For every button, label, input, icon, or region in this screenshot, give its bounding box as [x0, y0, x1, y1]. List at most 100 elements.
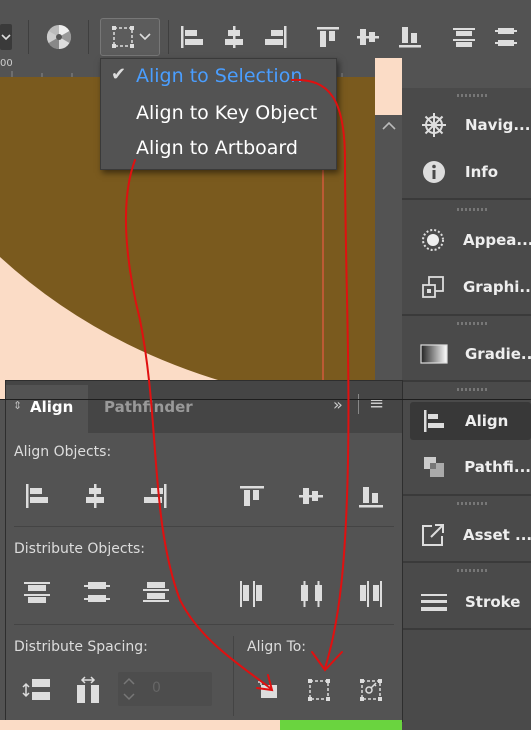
align-horizontal-center-button[interactable]	[80, 481, 110, 511]
collapse-panel-icon[interactable]: »	[333, 395, 343, 414]
distribute-bottom-button[interactable]	[141, 578, 171, 608]
align-horizontal-center-icon	[220, 23, 248, 51]
vertical-align-center-button[interactable]	[352, 18, 384, 56]
align-to-key-object-button[interactable]	[356, 675, 386, 705]
vertical-align-bottom-button[interactable]	[394, 18, 426, 56]
vertical-distribute-space-icon	[22, 676, 52, 704]
align-to-dropdown-menu: ✔ Align to Selection Align to Key Object…	[100, 58, 337, 170]
recolor-artwork-button[interactable]	[42, 18, 76, 56]
dock-item-label: Asset ...	[463, 526, 531, 544]
navigator-icon	[420, 111, 448, 139]
align-left-button[interactable]	[22, 481, 52, 511]
tab-pathfinder[interactable]: Pathfinder	[88, 385, 206, 433]
toolbar-divider	[168, 20, 169, 54]
section-divider	[14, 624, 394, 625]
dock-item-navigator[interactable]: Navig...	[402, 106, 531, 144]
tab-label: Pathfinder	[104, 398, 193, 416]
distribute-center-button[interactable]	[490, 18, 522, 56]
dock-item-stroke[interactable]: Stroke	[402, 583, 531, 621]
align-bottom-button[interactable]	[356, 481, 386, 511]
distribute-vertical-center-button[interactable]	[82, 578, 112, 608]
horizontal-align-center-icon	[81, 482, 109, 510]
panel-group-grip[interactable]	[457, 569, 487, 572]
panel-group-grip[interactable]	[457, 322, 487, 325]
appearance-icon	[420, 226, 446, 254]
selection-icon	[305, 676, 333, 704]
menu-item-label: Align to Artboard	[136, 137, 298, 159]
align-to-dropdown-button[interactable]	[100, 18, 160, 56]
horizontal-align-center-button[interactable]	[218, 18, 250, 56]
distribute-top-button[interactable]	[22, 578, 52, 608]
dock-item-align[interactable]: Align	[410, 402, 531, 440]
distribute-vertical-center-icon	[492, 23, 520, 51]
horizontal-distribute-space-button[interactable]	[74, 675, 104, 705]
panel-menu-icon[interactable]: ≡	[369, 393, 384, 414]
tab-collapse-arrows-icon[interactable]: ⇕	[13, 399, 22, 412]
dock-item-graphic-styles[interactable]: Graphi...	[402, 268, 531, 306]
align-objects-label: Align Objects:	[14, 444, 112, 460]
gradient-icon	[420, 340, 448, 368]
align-to-artboard-button[interactable]	[254, 675, 284, 705]
dock-divider	[402, 380, 531, 382]
dock-divider	[402, 494, 531, 496]
dock-item-info[interactable]: Info	[402, 153, 531, 191]
align-to-selection-button[interactable]	[304, 675, 334, 705]
dock-item-appearance[interactable]: Appea...	[402, 221, 531, 259]
section-divider-vertical	[233, 636, 234, 716]
toolbar-divider	[88, 20, 89, 54]
distribute-objects-label: Distribute Objects:	[14, 541, 146, 557]
scroll-up-icon[interactable]	[382, 121, 396, 131]
panel-group-grip[interactable]	[457, 388, 487, 391]
align-top-button[interactable]	[237, 481, 267, 511]
distribute-vertical-top-icon	[450, 23, 478, 51]
panel-group-grip[interactable]	[457, 94, 487, 97]
dock-item-pathfinder[interactable]: Pathfi...	[402, 448, 531, 486]
vertical-align-center-icon	[297, 482, 325, 510]
horizontal-align-left-button[interactable]	[176, 18, 208, 56]
graphic-styles-icon	[420, 273, 446, 301]
checkmark-icon: ✔	[111, 64, 127, 85]
vertical-distribute-bottom-icon	[141, 579, 171, 607]
tab-label: Align	[30, 398, 74, 416]
horizontal-distribute-center-icon	[297, 579, 327, 607]
align-right-button[interactable]	[140, 481, 170, 511]
tab-align[interactable]: ⇕ Align	[6, 385, 88, 433]
dock-item-gradient[interactable]: Gradie...	[402, 335, 531, 373]
dock-divider	[402, 561, 531, 563]
chevron-down-icon	[138, 32, 151, 42]
dock-item-asset-export[interactable]: Asset ...	[402, 516, 531, 554]
spacing-stepper-icon[interactable]	[122, 674, 136, 708]
menu-item-align-to-selection[interactable]: ✔ Align to Selection	[101, 59, 336, 95]
color-wheel-icon	[45, 23, 73, 51]
vertical-align-top-button[interactable]	[312, 18, 344, 56]
green-artwork-shape	[280, 720, 402, 730]
tab-bar-divider	[358, 394, 359, 414]
dock-item-label: Align	[465, 412, 509, 430]
distribute-horizontal-center-button[interactable]	[297, 578, 327, 608]
panel-group-grip[interactable]	[457, 208, 487, 211]
horizontal-align-right-button[interactable]	[260, 18, 292, 56]
pathfinder-icon	[420, 453, 447, 481]
dropdown-chevron-button[interactable]	[0, 18, 14, 56]
distribute-top-button[interactable]	[448, 18, 480, 56]
vertical-align-top-icon	[238, 482, 266, 510]
vertical-align-bottom-icon	[357, 482, 385, 510]
asset-export-icon	[420, 521, 446, 549]
menu-item-align-to-artboard[interactable]: Align to Artboard	[101, 131, 336, 167]
menu-item-align-to-key-object[interactable]: Align to Key Object	[101, 95, 336, 131]
distribute-right-button[interactable]	[356, 578, 386, 608]
dock-divider	[402, 198, 531, 200]
dock-divider	[402, 314, 531, 316]
dock-header	[402, 58, 531, 88]
artboard-icon	[257, 678, 281, 702]
info-icon	[420, 158, 448, 186]
menu-item-label: Align to Key Object	[136, 102, 318, 124]
distribute-left-button[interactable]	[237, 578, 267, 608]
vertical-distribute-space-button[interactable]	[22, 675, 52, 705]
canvas-bottom-strip	[0, 720, 280, 730]
align-icon	[420, 407, 448, 435]
panel-group-grip[interactable]	[457, 502, 487, 505]
spacing-value-field[interactable]: 0	[118, 672, 212, 706]
vertical-scrollbar[interactable]	[375, 115, 402, 400]
align-vertical-center-button[interactable]	[296, 481, 326, 511]
